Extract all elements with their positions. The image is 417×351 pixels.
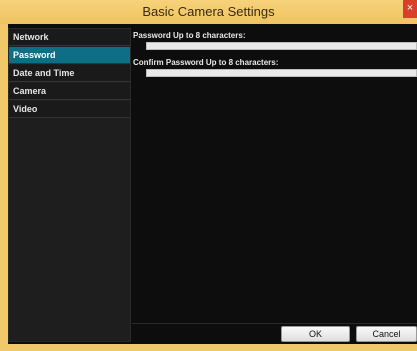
camera-settings-window: Basic Camera Settings × Network Password… <box>0 0 417 351</box>
confirm-password-label: Confirm Password Up to 8 characters: <box>133 58 279 67</box>
dialog-content: Network Password Date and Time Camera Vi… <box>8 24 417 344</box>
title-bar[interactable]: Basic Camera Settings × <box>0 0 417 24</box>
close-button[interactable]: × <box>403 0 417 18</box>
sidebar-item-password[interactable]: Password <box>9 47 130 64</box>
sidebar: Network Password Date and Time Camera Vi… <box>8 28 131 342</box>
sidebar-item-date-and-time[interactable]: Date and Time <box>9 65 130 82</box>
window-title: Basic Camera Settings <box>142 4 275 19</box>
password-label: Password Up to 8 characters: <box>133 31 246 40</box>
sidebar-item-camera[interactable]: Camera <box>9 83 130 100</box>
settings-panel: Password Up to 8 characters: Confirm Pas… <box>132 24 417 344</box>
footer-divider <box>132 323 417 324</box>
confirm-password-field[interactable] <box>146 69 417 77</box>
ok-button[interactable]: OK <box>281 326 350 342</box>
sidebar-item-video[interactable]: Video <box>9 101 130 118</box>
cancel-button[interactable]: Cancel <box>356 326 417 342</box>
password-field[interactable] <box>146 42 417 50</box>
sidebar-item-network[interactable]: Network <box>9 29 130 46</box>
